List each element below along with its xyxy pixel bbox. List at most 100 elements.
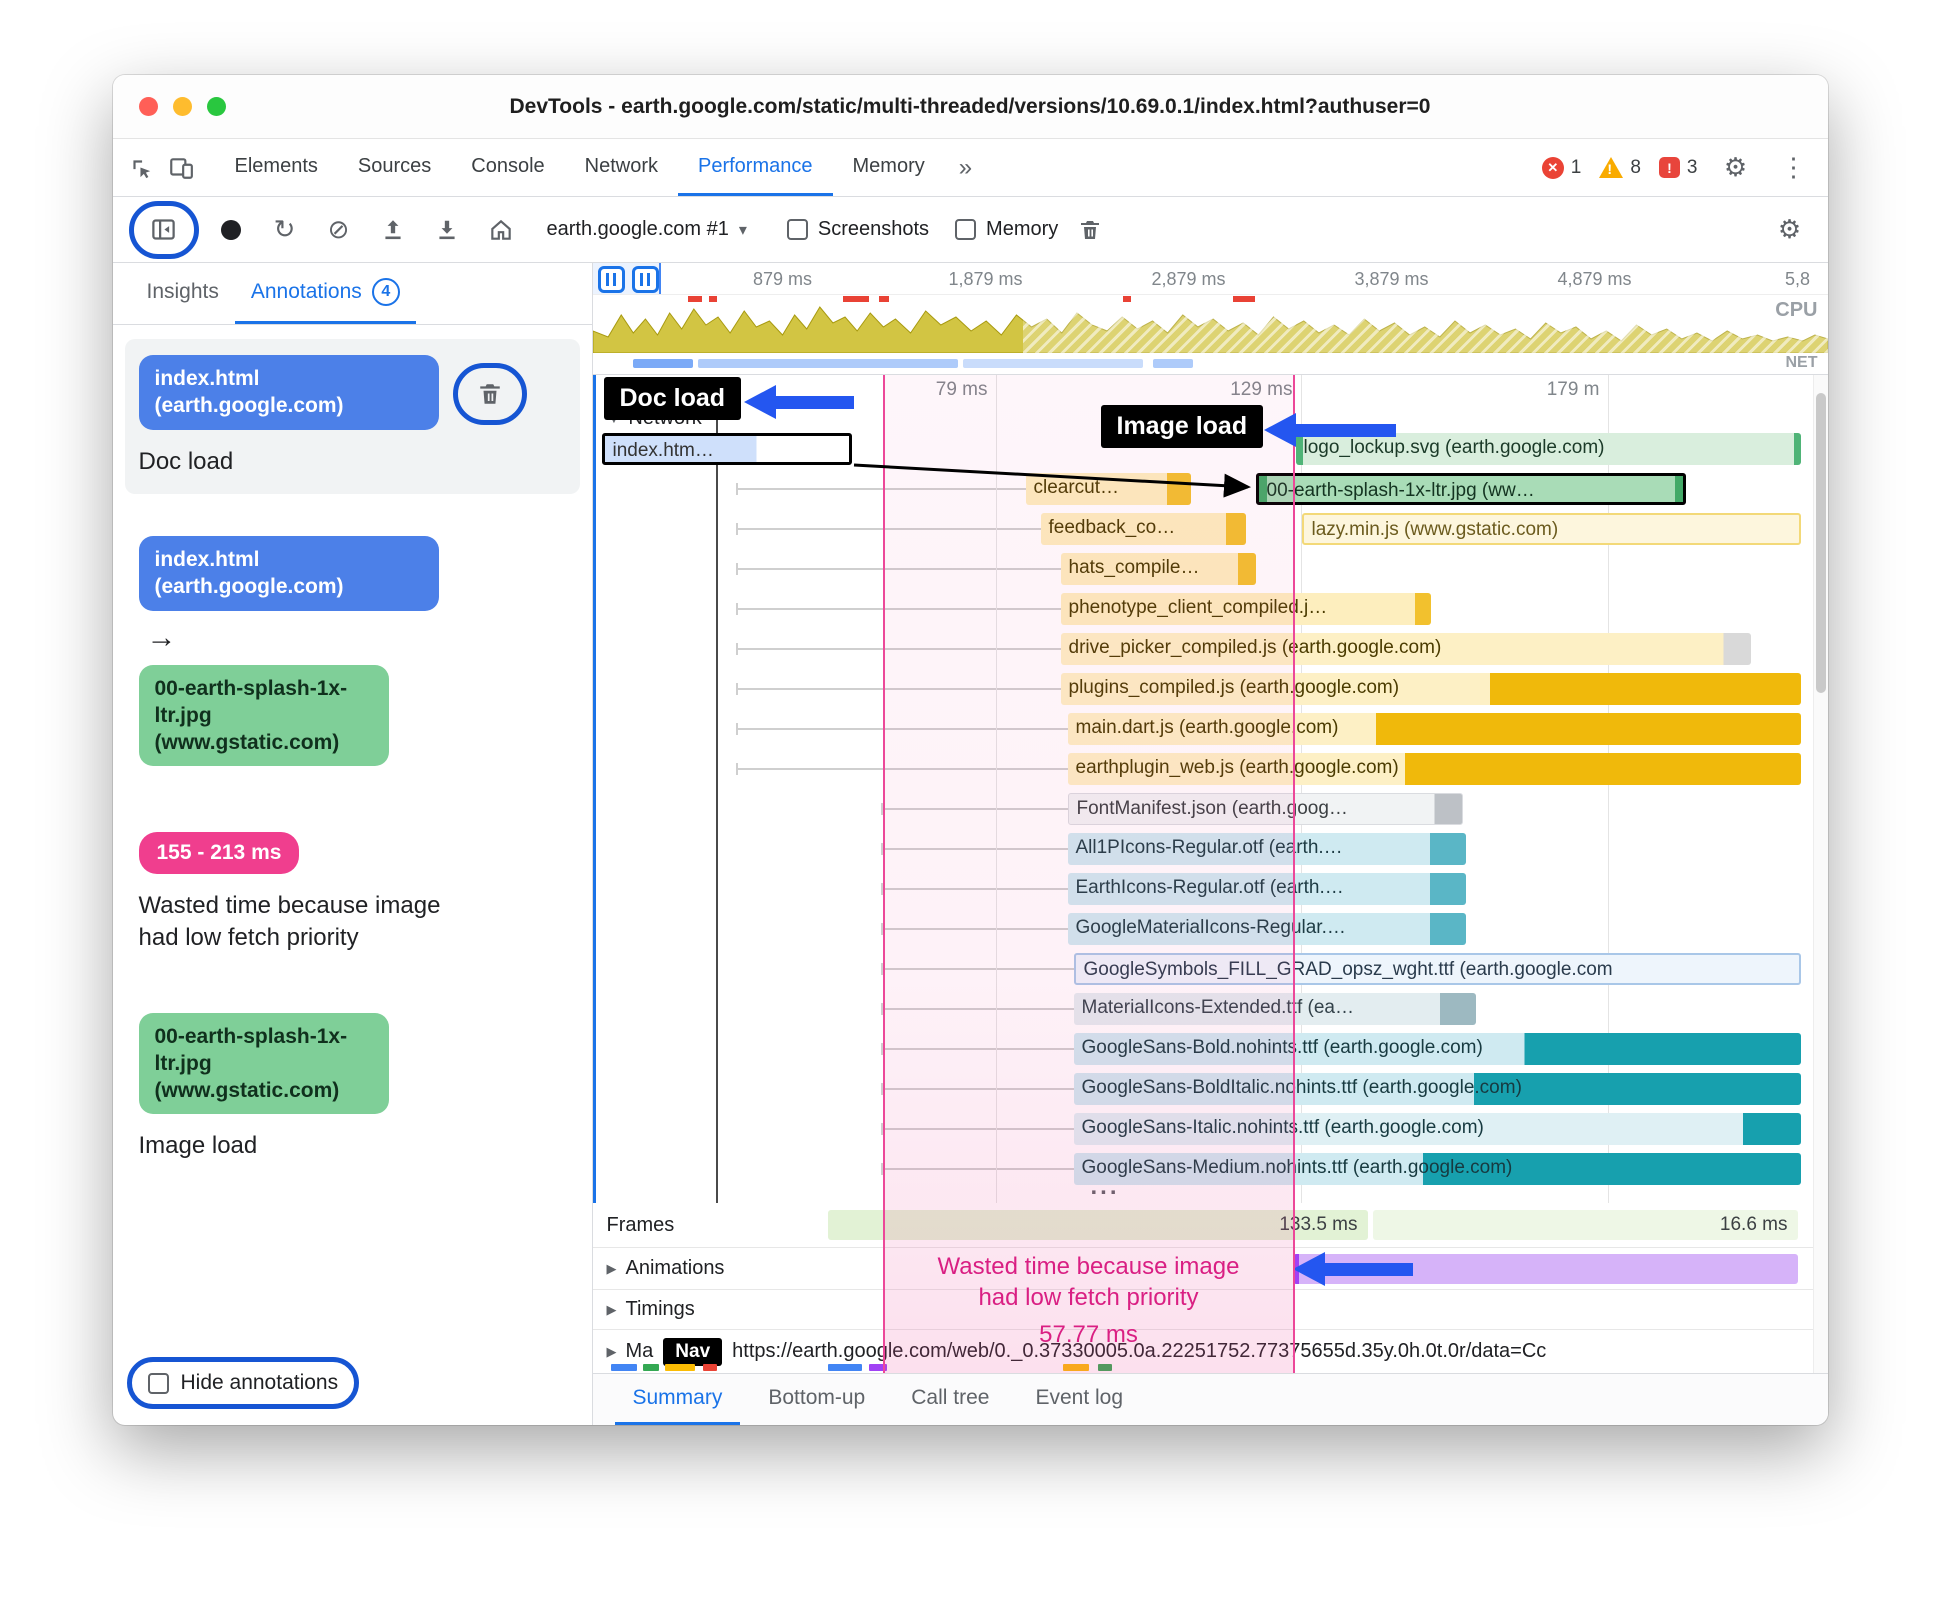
network-request-bar[interactable]: GoogleSans-Italic.nohints.ttf (earth.goo… xyxy=(1073,1113,1801,1145)
scrollbar-thumb[interactable] xyxy=(1815,393,1826,693)
network-request-bar[interactable]: 00-earth-splash-1x-ltr.jpg (ww… xyxy=(1255,473,1686,505)
more-panels-button[interactable]: » xyxy=(945,139,986,196)
annotation-card-doc-load[interactable]: index.html (earth.google.com) Doc load xyxy=(124,339,580,494)
network-waterfall-panel[interactable]: ▼ Network index.htm…logo_lockup.svg (ear… xyxy=(592,375,1828,1203)
home-live-metrics-icon[interactable] xyxy=(479,208,523,252)
network-request-bar[interactable]: FontManifest.json (earth.goog… xyxy=(1067,793,1463,825)
hide-annotations-checkbox[interactable]: Hide annotations xyxy=(126,1357,360,1409)
annotation-card-wasted-time[interactable]: 155 - 213 ms Wasted time because image h… xyxy=(125,816,580,970)
timings-track-label: Timings xyxy=(625,1298,695,1320)
toggle-sidebar-icon[interactable] xyxy=(142,208,186,252)
delete-annotation-icon[interactable] xyxy=(468,372,512,416)
frame-bar[interactable]: 133.5 ms xyxy=(827,1210,1368,1240)
close-window-button[interactable] xyxy=(138,97,158,116)
network-request-bar[interactable]: phenotype_client_compiled.j… xyxy=(1060,593,1431,625)
collect-garbage-icon[interactable] xyxy=(1068,208,1112,252)
request-leader-line xyxy=(880,1003,1074,1015)
long-task-marker xyxy=(687,296,702,302)
network-request-bar[interactable]: earthplugin_web.js (earth.google.com) xyxy=(1067,753,1801,785)
tab-performance[interactable]: Performance xyxy=(678,139,833,196)
performance-settings-gear-icon[interactable]: ⚙ xyxy=(1768,208,1812,252)
net-band-label: NET xyxy=(1785,354,1818,371)
error-icon: ✕ xyxy=(1541,156,1564,179)
issues-badge[interactable]: ! 3 xyxy=(1658,157,1698,179)
annotation-pill-index-html[interactable]: index.html (earth.google.com) xyxy=(138,355,439,430)
request-leader-line xyxy=(735,603,1061,615)
annotation-pill-index-html[interactable]: index.html (earth.google.com) xyxy=(138,535,439,611)
main-thread-activity-chip xyxy=(642,1364,659,1371)
zoom-window-button[interactable] xyxy=(206,97,226,116)
overflow-ellipsis[interactable]: ... xyxy=(1091,1173,1120,1201)
annotation-card-link[interactable]: index.html (earth.google.com) → 00-earth… xyxy=(125,520,580,782)
network-request-bar[interactable]: clearcut… xyxy=(1025,473,1191,505)
warning-badge[interactable]: ! 8 xyxy=(1599,157,1641,179)
network-request-bar[interactable]: GoogleSans-Bold.nohints.ttf (earth.googl… xyxy=(1073,1033,1801,1065)
overview-right-handle[interactable] xyxy=(631,266,659,293)
sidebar-tabs: Insights Annotations 4 xyxy=(112,263,592,325)
device-toolbar-icon[interactable] xyxy=(161,139,201,196)
tab-insights[interactable]: Insights xyxy=(131,263,235,324)
net-activity-bar xyxy=(632,359,693,368)
annotation-card-image-load[interactable]: 00-earth-splash-1x-ltr.jpg (www.gstatic.… xyxy=(125,997,580,1179)
network-request-bar[interactable]: GoogleSans-Medium.nohints.ttf (earth.goo… xyxy=(1073,1153,1801,1185)
panel-tabs: Elements Sources Console Network Performance… xyxy=(215,139,945,196)
network-request-bar[interactable]: index.htm… xyxy=(601,433,852,465)
request-leader-line xyxy=(735,763,1068,775)
tab-bottom-up[interactable]: Bottom-up xyxy=(750,1374,883,1425)
chevron-right-icon: ▶ xyxy=(606,1301,617,1317)
tab-annotations[interactable]: Annotations 4 xyxy=(234,263,416,324)
timeline-overview[interactable]: 879 ms 1,879 ms 2,879 ms 3,879 ms 4,879 ms 5,… xyxy=(592,263,1828,375)
inspect-element-icon[interactable] xyxy=(121,139,161,196)
network-request-bar[interactable]: MaterialIcons-Extended.ttf (ea… xyxy=(1073,993,1476,1025)
record-button[interactable] xyxy=(209,208,253,252)
tab-network[interactable]: Network xyxy=(565,139,678,196)
memory-checkbox[interactable]: Memory xyxy=(955,218,1058,241)
annotation-pill-splash-image[interactable]: 00-earth-splash-1x-ltr.jpg (www.gstatic.… xyxy=(138,664,389,767)
tab-console[interactable]: Console xyxy=(451,139,564,196)
net-overview-band[interactable]: NET xyxy=(592,353,1828,374)
vertical-scrollbar[interactable] xyxy=(1812,375,1828,1373)
network-request-bar[interactable]: main.dart.js (earth.google.com) xyxy=(1067,713,1801,745)
clear-recording-button[interactable]: ⊘ xyxy=(317,208,361,252)
time-gridline xyxy=(995,375,997,1203)
network-request-bar[interactable]: plugins_compiled.js (earth.google.com) xyxy=(1060,673,1801,705)
error-badge[interactable]: ✕ 1 xyxy=(1541,156,1581,179)
upload-profile-icon[interactable] xyxy=(371,208,415,252)
warning-icon: ! xyxy=(1599,157,1624,178)
settings-gear-icon[interactable]: ⚙ xyxy=(1716,139,1756,196)
tab-memory[interactable]: Memory xyxy=(833,139,945,196)
download-profile-icon[interactable] xyxy=(425,208,469,252)
tab-elements[interactable]: Elements xyxy=(215,139,338,196)
network-request-bar[interactable]: feedback_co… xyxy=(1040,513,1246,545)
network-request-bar[interactable]: EarthIcons-Regular.otf (earth.… xyxy=(1067,873,1466,905)
network-request-bar[interactable]: drive_picker_compiled.js (earth.google.c… xyxy=(1060,633,1751,665)
minimize-window-button[interactable] xyxy=(172,97,192,116)
network-request-bar[interactable]: GoogleSymbols_FILL_GRAD_opsz_wght.ttf (e… xyxy=(1073,953,1801,985)
timeline-body: ▼ Network index.htm…logo_lockup.svg (ear… xyxy=(592,375,1828,1373)
annotation-pill-splash-image[interactable]: 00-earth-splash-1x-ltr.jpg (www.gstatic.… xyxy=(138,1012,389,1115)
network-request-bar[interactable]: lazy.min.js (www.gstatic.com) xyxy=(1301,513,1801,545)
chevron-right-icon: ▶ xyxy=(606,1343,617,1359)
annotation-pill-time-range[interactable]: 155 - 213 ms xyxy=(138,832,300,874)
frames-track[interactable]: Frames 133.5 ms 16.6 ms xyxy=(593,1203,1828,1247)
network-request-bar[interactable]: hats_compile… xyxy=(1060,553,1256,585)
tab-summary[interactable]: Summary xyxy=(614,1374,741,1425)
overview-left-handle[interactable] xyxy=(597,266,625,293)
annotation-list: index.html (earth.google.com) Doc load i… xyxy=(113,325,592,1425)
reload-and-record-button[interactable]: ↻ xyxy=(263,208,307,252)
frame-bar[interactable]: 16.6 ms xyxy=(1372,1210,1798,1240)
window-title: DevTools - earth.google.com/static/multi… xyxy=(509,94,1431,118)
image-load-arrow-icon xyxy=(1263,413,1396,447)
network-request-bar[interactable]: All1PIcons-Regular.otf (earth.… xyxy=(1067,833,1466,865)
cpu-overview-band[interactable]: CPU xyxy=(592,295,1828,353)
tab-event-log[interactable]: Event log xyxy=(1017,1374,1141,1425)
screenshots-checkbox[interactable]: Screenshots xyxy=(786,218,929,241)
tab-call-tree[interactable]: Call tree xyxy=(893,1374,1007,1425)
tab-sources[interactable]: Sources xyxy=(338,139,451,196)
network-request-bar[interactable]: GoogleSans-BoldItalic.nohints.ttf (earth… xyxy=(1073,1073,1801,1105)
network-request-bar[interactable]: GoogleMaterialIcons-Regular.… xyxy=(1067,913,1466,945)
profile-selector[interactable]: earth.google.com #1 ▾ xyxy=(547,218,747,241)
kebab-menu-icon[interactable]: ⋮ xyxy=(1774,139,1814,196)
request-leader-line xyxy=(880,843,1068,855)
main-thread-activity-chip xyxy=(664,1364,695,1371)
